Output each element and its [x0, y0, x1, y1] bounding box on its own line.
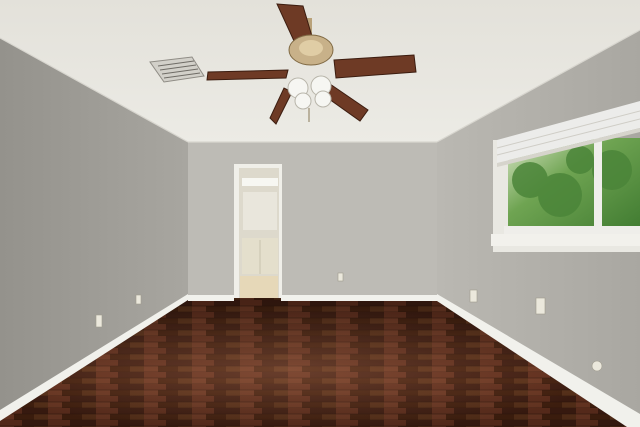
doorway-icon — [234, 164, 282, 302]
room-scene — [0, 0, 640, 427]
back-wall — [188, 142, 437, 300]
room-photo — [0, 0, 640, 427]
